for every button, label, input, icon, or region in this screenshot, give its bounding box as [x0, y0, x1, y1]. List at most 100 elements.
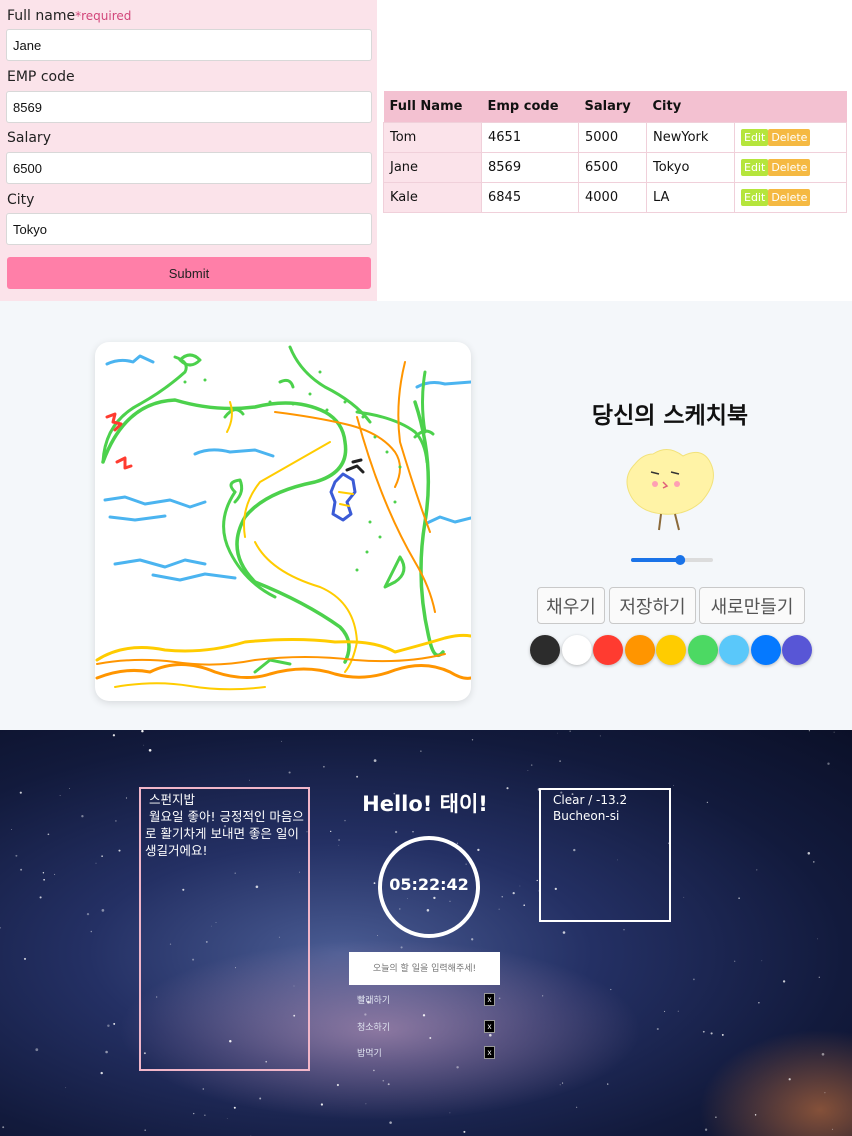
- edit-button[interactable]: Edit: [741, 189, 769, 206]
- star: [818, 976, 820, 978]
- delete-button[interactable]: Delete: [768, 129, 811, 146]
- color-swatch[interactable]: [719, 635, 749, 665]
- star: [710, 1032, 713, 1035]
- star: [373, 882, 376, 884]
- save-button[interactable]: 저장하기: [609, 587, 696, 624]
- edit-button[interactable]: Edit: [741, 159, 769, 176]
- star: [623, 929, 625, 931]
- employee-form: Full name*required EMP code Salary City …: [0, 0, 377, 301]
- full-name-input[interactable]: [6, 29, 372, 61]
- star: [559, 1084, 561, 1086]
- star: [338, 844, 340, 846]
- todo-item: 밥먹기 x: [357, 1046, 495, 1062]
- star: [471, 938, 474, 941]
- todo-label: 청소하기: [357, 1023, 391, 1033]
- star: [429, 1037, 432, 1039]
- star: [389, 1121, 392, 1124]
- star: [463, 1130, 466, 1133]
- table-row: Jane 8569 6500 Tokyo Edit Delete: [383, 152, 847, 183]
- weather-text: Clear / -13.2: [553, 793, 628, 807]
- employee-table: Full Name Emp code Salary City Tom 4651 …: [383, 91, 847, 213]
- star: [387, 1083, 390, 1086]
- color-swatch[interactable]: [530, 635, 560, 665]
- star: [542, 995, 544, 997]
- star: [664, 1010, 666, 1012]
- star: [23, 957, 27, 960]
- star: [677, 1010, 679, 1012]
- submit-button[interactable]: Submit: [7, 257, 371, 289]
- star: [20, 868, 23, 871]
- location-text: Bucheon-si: [553, 809, 620, 823]
- star: [101, 909, 105, 912]
- star: [456, 1066, 459, 1069]
- star: [817, 938, 818, 940]
- star: [562, 1082, 564, 1084]
- star: [813, 861, 815, 863]
- fill-button[interactable]: 채우기: [537, 587, 605, 624]
- star: [320, 1103, 324, 1106]
- color-swatch[interactable]: [593, 635, 623, 665]
- cell-code: 8569: [481, 152, 579, 183]
- star: [233, 1106, 236, 1109]
- star: [59, 795, 61, 796]
- star: [125, 797, 128, 799]
- delete-button[interactable]: Delete: [768, 159, 811, 176]
- emp-code-input[interactable]: [6, 91, 372, 123]
- color-swatch[interactable]: [656, 635, 686, 665]
- star: [498, 908, 500, 910]
- star: [557, 732, 558, 734]
- color-swatch[interactable]: [750, 635, 781, 665]
- star: [501, 896, 503, 898]
- salary-input[interactable]: [6, 152, 372, 184]
- weather-box: Clear / -13.2 Bucheon-si: [539, 788, 671, 922]
- city-input[interactable]: [6, 213, 372, 245]
- star: [471, 739, 474, 741]
- star: [377, 935, 378, 936]
- color-swatch[interactable]: [561, 635, 592, 665]
- star: [204, 1114, 206, 1116]
- color-swatch[interactable]: [782, 635, 812, 665]
- star: [562, 931, 566, 934]
- delete-button[interactable]: Delete: [768, 189, 811, 206]
- star: [65, 1087, 67, 1089]
- star: [683, 896, 685, 898]
- star: [43, 878, 45, 881]
- todo-delete-button[interactable]: x: [484, 1046, 495, 1059]
- color-swatch[interactable]: [687, 635, 718, 665]
- new-canvas-button[interactable]: 새로만들기: [699, 587, 805, 624]
- todo-delete-button[interactable]: x: [484, 1020, 495, 1033]
- star: [400, 946, 403, 949]
- cell-name: Kale: [383, 182, 482, 213]
- star: [821, 1052, 825, 1056]
- star: [35, 1048, 39, 1052]
- star: [704, 1128, 708, 1131]
- star: [249, 779, 251, 781]
- star: [382, 1079, 385, 1082]
- star: [523, 904, 526, 907]
- drawing-canvas[interactable]: [95, 342, 471, 701]
- star: [530, 764, 533, 766]
- todo-input[interactable]: [349, 952, 500, 985]
- star: [422, 1014, 426, 1017]
- star: [477, 848, 480, 852]
- star: [0, 927, 1, 929]
- clock: 05:22:42: [389, 875, 469, 894]
- todo-delete-button[interactable]: x: [484, 993, 495, 1006]
- star: [738, 897, 740, 899]
- cell-code: 4651: [481, 122, 579, 153]
- star: [673, 785, 675, 786]
- color-swatch[interactable]: [624, 635, 655, 665]
- sketchbook-title: 당신의 스케치북: [591, 403, 749, 429]
- edit-button[interactable]: Edit: [741, 129, 769, 146]
- star: [193, 1112, 195, 1115]
- star: [112, 734, 116, 737]
- star: [344, 819, 346, 822]
- star: [808, 730, 811, 732]
- star: [69, 787, 71, 789]
- star: [656, 1027, 659, 1031]
- star: [54, 873, 56, 875]
- salary-label: Salary: [7, 130, 51, 146]
- brush-size-slider[interactable]: [631, 554, 713, 566]
- cell-city: Tokyo: [646, 152, 735, 183]
- cell-actions: Edit Delete: [734, 122, 847, 153]
